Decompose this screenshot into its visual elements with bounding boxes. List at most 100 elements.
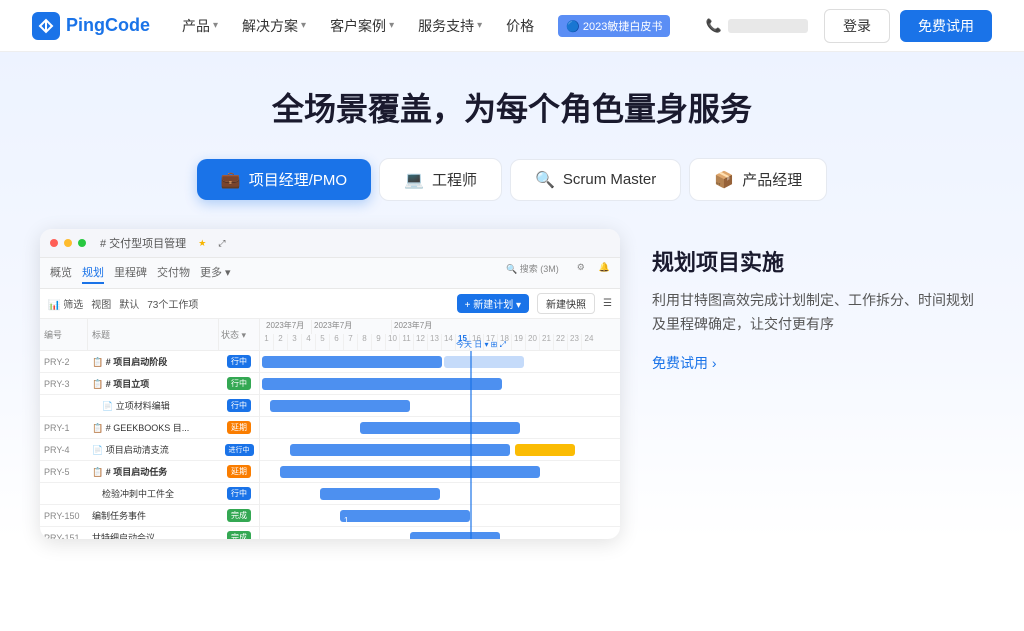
logo[interactable]: PingCode <box>32 12 150 40</box>
gantt-chart-area: 2023年7月 2023年7月 2023年7月 1 2 3 4 5 6 <box>260 319 620 539</box>
bars-container: 1 1 1 <box>260 351 620 539</box>
chevron-icon: ▾ <box>389 20 394 31</box>
filter-area: 📊 筛选 <box>48 296 83 311</box>
logo-text: PingCode <box>66 15 150 36</box>
engineer-icon: 💻 <box>404 170 424 190</box>
role-tabs: 💼 项目经理/PMO 💻 工程师 🔍 Scrum Master 📦 产品经理 <box>197 158 827 201</box>
hero-title: 全场景覆盖，为每个角色量身服务 <box>272 84 752 130</box>
nav-solution[interactable]: 解决方案 ▾ <box>242 16 306 36</box>
minimize-dot <box>64 239 72 247</box>
chevron-icon: ▾ <box>477 20 482 31</box>
pm-icon: 📦 <box>714 170 734 190</box>
expand-icon: ⤢ <box>218 238 225 249</box>
promo-badge[interactable]: 🔵 2023敏捷白皮书 <box>558 15 670 37</box>
gantt-bar <box>515 444 575 456</box>
gantt-toolbar: 📊 筛选 视图 默认 73个工作项 + 新建计划 ▾ 新建快照 ☰ <box>40 289 620 319</box>
chevron-icon: ▾ <box>213 20 218 31</box>
table-row: PRY-4 📄 项目启动清支流 进行中 <box>40 439 259 461</box>
search-area: 🔍 搜索 (3M) <box>506 262 559 284</box>
gantt-titlebar: # 交付型项目管理 ★ ⤢ <box>40 229 620 258</box>
role-tab-scrum[interactable]: 🔍 Scrum Master <box>510 159 681 201</box>
gantt-body: 编号 标题 状态 ▾ PRY-2 📋 # 项目启动阶段 行中 PRY-3 📋 #… <box>40 319 620 539</box>
star-icon: ★ <box>198 238 206 249</box>
nav-support[interactable]: 服务支持 ▾ <box>418 16 482 36</box>
table-row: PRY-150 编制任务事件 完成 <box>40 505 259 527</box>
bar-row <box>260 417 620 439</box>
tab-more[interactable]: 更多 ▾ <box>200 262 231 284</box>
scrum-icon: 🔍 <box>535 170 555 190</box>
panel-desc: 利用甘特图高效完成计划制定、工作拆分、时间规划及里程碑确定，让交付更有序 <box>652 289 984 337</box>
login-button[interactable]: 登录 <box>824 9 890 43</box>
tab-plan[interactable]: 规划 <box>82 262 104 284</box>
navbar: PingCode 产品 ▾ 解决方案 ▾ 客户案例 ▾ 服务支持 ▾ 价格 🔵 … <box>0 0 1024 52</box>
table-row: PRY-2 📋 # 项目启动阶段 行中 <box>40 351 259 373</box>
close-dot <box>50 239 58 247</box>
bar-row <box>260 373 620 395</box>
gantt-bar <box>360 422 520 434</box>
bar-row <box>260 351 620 373</box>
settings-icon: ⚙ <box>577 262 585 284</box>
trial-button[interactable]: 免费试用 <box>900 10 992 42</box>
today-label: 今天 日 ▾ ⊞ ⤢ <box>456 339 506 350</box>
gantt-tab-bar: 概览 规划 里程碑 交付物 更多 ▾ 🔍 搜索 (3M) ⚙ 🔔 <box>40 258 620 289</box>
window-title: # 交付型项目管理 <box>100 235 186 251</box>
gantt-bar <box>262 356 442 368</box>
gantt-table: 编号 标题 状态 ▾ PRY-2 📋 # 项目启动阶段 行中 PRY-3 📋 #… <box>40 319 260 539</box>
workitem-count: 73个工作项 <box>147 296 198 311</box>
table-row: PRY-1 📋 # GEEKBOOKS 目... 延期 <box>40 417 259 439</box>
chevron-icon: ▾ <box>301 20 306 31</box>
phone-number <box>728 19 808 33</box>
logo-icon <box>32 12 60 40</box>
gantt-bar <box>320 488 440 500</box>
gantt-table-header: 编号 标题 状态 ▾ <box>40 319 259 351</box>
role-tab-pm[interactable]: 📦 产品经理 <box>689 158 827 201</box>
hero-section: 全场景覆盖，为每个角色量身服务 💼 项目经理/PMO 💻 工程师 🔍 Scrum… <box>0 52 1024 539</box>
gantt-bar <box>290 444 510 456</box>
bar-row <box>260 483 620 505</box>
table-row: PRY-3 📋 # 项目立项 行中 <box>40 373 259 395</box>
table-row: PRY-5 📋 # 项目启动任务 延期 <box>40 461 259 483</box>
pmo-icon: 💼 <box>221 170 241 190</box>
gantt-bar: 1 <box>410 532 500 540</box>
bar-row: 1 <box>260 527 620 539</box>
gantt-preview: # 交付型项目管理 ★ ⤢ 概览 规划 里程碑 交付物 更多 ▾ 🔍 搜索 (3… <box>40 229 620 539</box>
expand-dot <box>78 239 86 247</box>
gantt-bar <box>262 378 502 390</box>
content-area: # 交付型项目管理 ★ ⤢ 概览 规划 里程碑 交付物 更多 ▾ 🔍 搜索 (3… <box>0 229 1024 539</box>
col-title-header: 标题 <box>88 319 219 350</box>
gantt-bar <box>280 466 540 478</box>
tab-delivery[interactable]: 交付物 <box>157 262 190 284</box>
gantt-bar <box>270 400 410 412</box>
nav-cases[interactable]: 客户案例 ▾ <box>330 16 394 36</box>
view-btn[interactable]: 视图 <box>91 296 111 311</box>
new-snapshot-button[interactable]: 新建快照 <box>537 293 595 314</box>
navbar-actions: 登录 免费试用 <box>824 9 992 43</box>
phone-icon: 📞 <box>706 18 722 34</box>
default-btn[interactable]: 默认 <box>119 296 139 311</box>
table-row: 📄 立项材料编辑 行中 <box>40 395 259 417</box>
bar-row <box>260 439 620 461</box>
new-plan-button[interactable]: + 新建计划 ▾ <box>457 294 529 313</box>
phone-info: 📞 <box>706 18 808 34</box>
day-numbers: 1 2 3 4 5 6 7 8 9 10 11 <box>260 334 620 350</box>
tab-milestone[interactable]: 里程碑 <box>114 262 147 284</box>
col-status-header: 状态 ▾ <box>219 319 259 350</box>
table-row: PRY-151 甘特细启动会议 完成 <box>40 527 259 539</box>
bar-row: 1 <box>260 505 620 527</box>
bar-row <box>260 395 620 417</box>
gantt-bar: 1 <box>340 510 470 522</box>
layout-icon: ☰ <box>603 298 612 309</box>
main-nav: 产品 ▾ 解决方案 ▾ 客户案例 ▾ 服务支持 ▾ 价格 🔵 2023敏捷白皮书 <box>182 15 690 37</box>
bell-icon: 🔔 <box>599 262 610 284</box>
nav-price[interactable]: 价格 <box>506 16 534 36</box>
role-tab-pmo[interactable]: 💼 项目经理/PMO <box>197 159 371 200</box>
nav-product[interactable]: 产品 ▾ <box>182 16 218 36</box>
role-tab-engineer[interactable]: 💻 工程师 <box>379 158 502 201</box>
table-row: 检验冲刺中工件全 行中 <box>40 483 259 505</box>
free-trial-link[interactable]: 免费试用 › <box>652 353 984 373</box>
gantt-bar <box>444 356 524 368</box>
tab-overview[interactable]: 概览 <box>50 262 72 284</box>
panel-title: 规划项目实施 <box>652 245 984 277</box>
col-id-header: 编号 <box>40 319 88 350</box>
right-panel: 规划项目实施 利用甘特图高效完成计划制定、工作拆分、时间规划及里程碑确定，让交付… <box>652 229 984 373</box>
